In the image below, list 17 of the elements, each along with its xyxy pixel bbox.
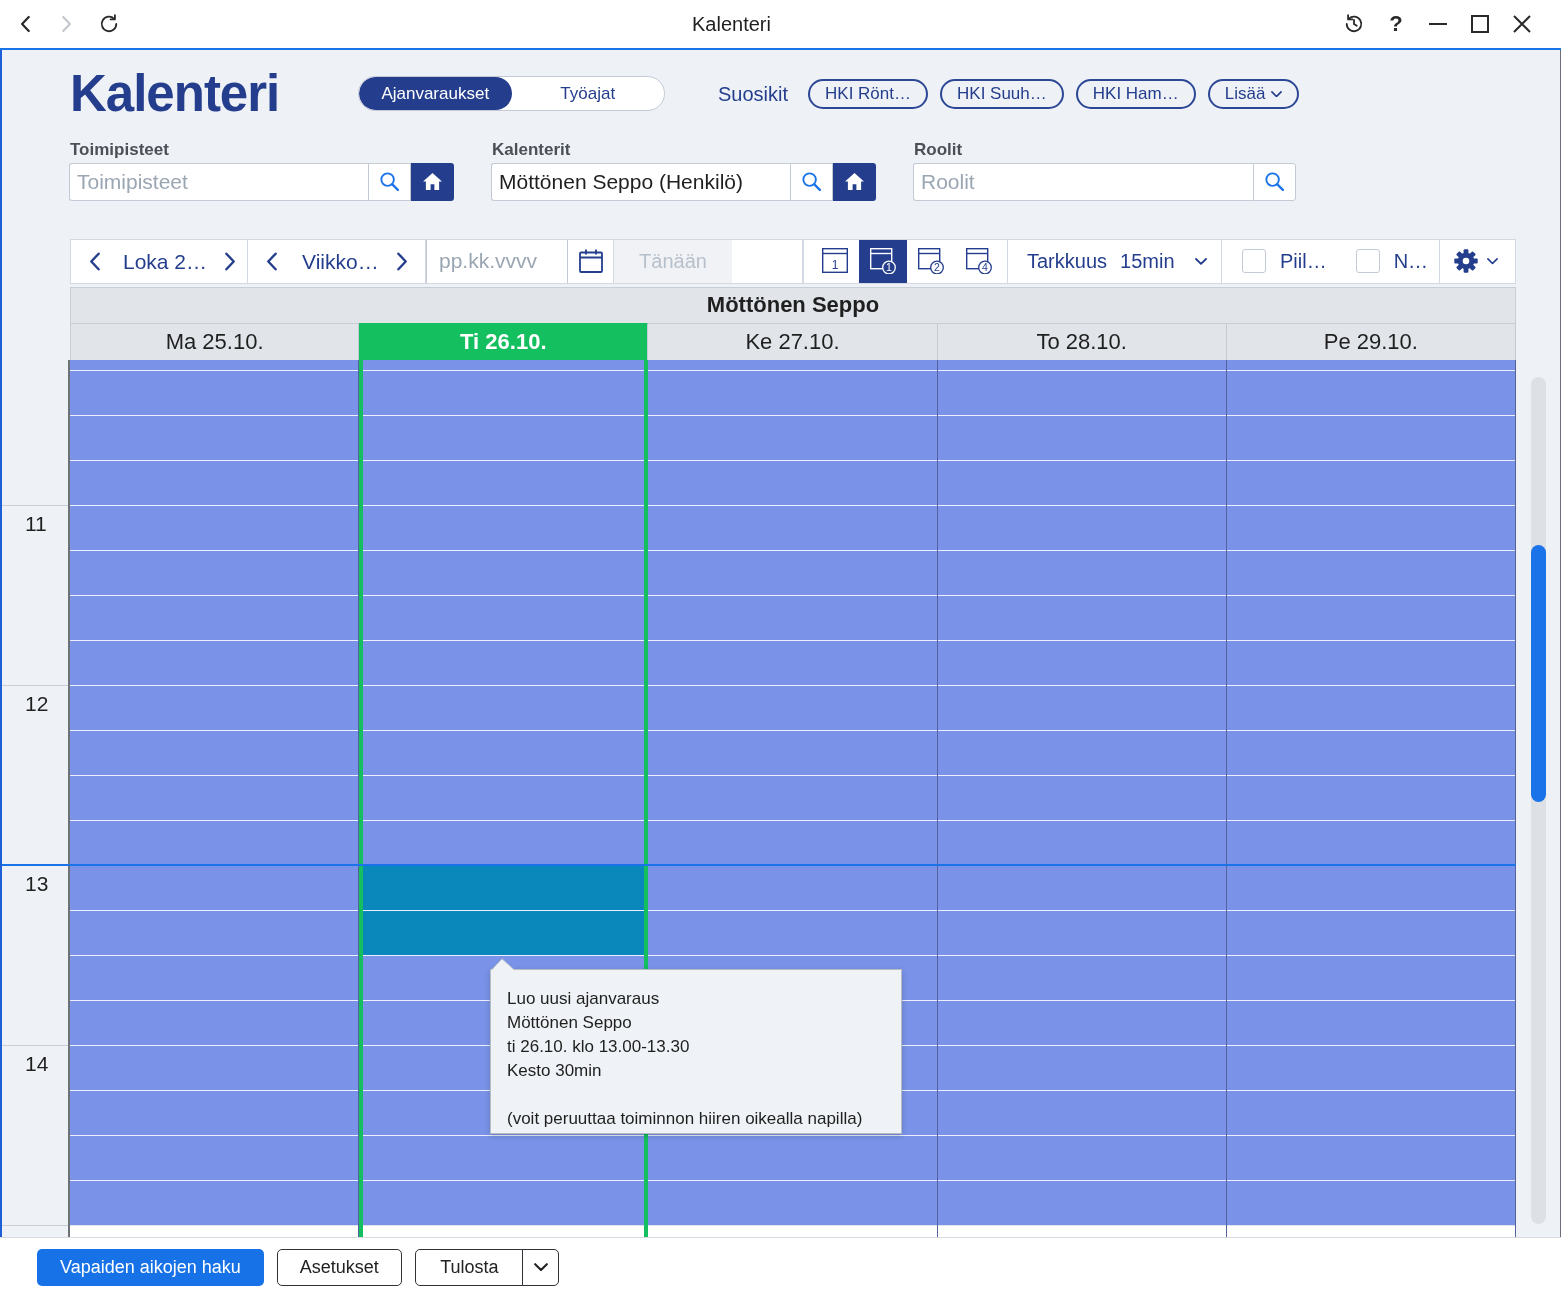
tooltip-text: Luo uusi ajanvaraus: [507, 987, 660, 1010]
hour-label: 11: [25, 510, 47, 537]
tooltip-text: ti 26.10. klo 13.00-13.30: [507, 1035, 690, 1058]
favorites-label: Suosikit: [718, 81, 789, 107]
hour-label: 14: [25, 1050, 49, 1077]
window-title: Kalenteri: [692, 12, 771, 37]
calendar-icon: 1: [822, 248, 848, 275]
calendar-person-name: Möttönen Seppo: [706, 290, 880, 319]
field-label: Roolit: [913, 139, 963, 160]
field-label: Kalenterit: [491, 139, 571, 160]
page-title: Kalenteri: [70, 68, 280, 120]
tooltip-text: Kesto 30min: [507, 1059, 602, 1082]
tooltip-text: Möttönen Seppo: [507, 1011, 632, 1034]
field-label: Toimipisteet: [69, 139, 169, 160]
tooltip-note: (voit peruuttaa toiminnon hiiren oikealla napilla): [507, 1107, 863, 1130]
hour-label: 13: [25, 870, 49, 897]
hour-label: 12: [25, 690, 49, 717]
